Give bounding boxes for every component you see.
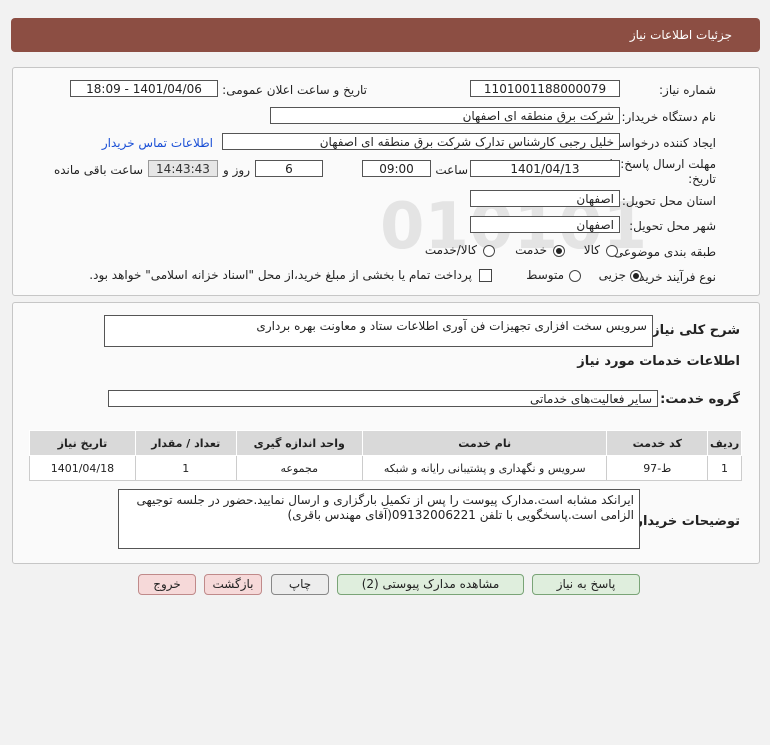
treasury-payment-text: پرداخت تمام یا بخشی از مبلغ خرید،از محل … — [89, 268, 472, 282]
deadline-time-field: 09:00 — [362, 160, 431, 177]
page-header: جزئیات اطلاعات نیاز — [11, 18, 760, 52]
category-option-goods-service: کالا/خدمت — [424, 243, 477, 257]
buyer-contact-link[interactable]: اطلاعات تماس خریدار — [102, 136, 213, 150]
remaining-time-field: 14:43:43 — [148, 160, 218, 177]
buyer-org-label: نام دستگاه خریدار: — [621, 110, 717, 124]
announce-label: تاریخ و ساعت اعلان عمومی: — [222, 83, 367, 97]
remaining-days-field: 6 — [255, 160, 323, 177]
process-radio-minor[interactable] — [630, 270, 642, 282]
process-label: نوع فرآیند خرید : — [631, 270, 716, 284]
services-section-title: اطلاعات خدمات مورد نیاز — [577, 354, 740, 369]
description-field: سرویس سخت افزاری تجهیزات فن آوری اطلاعات… — [104, 315, 653, 347]
creator-field: خلیل رجبی کارشناس تدارک شرکت برق منطقه ا… — [222, 133, 620, 150]
attachments-button[interactable]: مشاهده مدارک پیوستی (2) — [337, 574, 524, 595]
table-row: 1 ط-97 سرویس و نگهداری و پشتیبانی رایانه… — [29, 455, 742, 481]
cell-quantity: 1 — [134, 455, 237, 481]
buyer-notes-field: ایرانکد مشابه است.مدارک پیوست را پس از ت… — [118, 489, 640, 549]
deadline-label: مهلت ارسال پاسخ: تا — [609, 157, 716, 171]
announce-field: 1401/04/06 - 18:09 — [70, 80, 218, 97]
buyer-org-field: شرکت برق منطقه ای اصفهان — [270, 107, 620, 124]
col-unit: واحد اندازه گیری — [235, 430, 363, 456]
creator-label: ایجاد کننده درخواست: — [605, 136, 716, 150]
col-service-name: نام خدمت — [361, 430, 608, 456]
cell-service-name: سرویس و نگهداری و پشتیبانی رایانه و شبکه — [361, 455, 608, 481]
province-field: اصفهان — [470, 190, 620, 207]
remaining-label: ساعت باقی مانده — [53, 163, 143, 177]
category-option-goods: کالا — [583, 243, 600, 257]
deadline-date-label: تاریخ: — [688, 172, 716, 186]
col-quantity: تعداد / مقدار — [134, 430, 237, 456]
cell-service-code: ط-97 — [606, 455, 709, 481]
treasury-payment-checkbox[interactable] — [479, 269, 492, 282]
category-radio-goods[interactable] — [606, 245, 618, 257]
cell-row: 1 — [707, 455, 742, 481]
process-option-medium: متوسط — [526, 268, 564, 282]
services-table-header: ردیف کد خدمت نام خدمت واحد اندازه گیری ت… — [29, 430, 742, 456]
col-service-code: کد خدمت — [606, 430, 709, 456]
print-button[interactable]: چاپ — [271, 574, 329, 595]
category-radio-service[interactable] — [553, 245, 565, 257]
back-button[interactable]: بازگشت — [204, 574, 262, 595]
exit-button[interactable]: خروج — [138, 574, 196, 595]
col-need-date: تاریخ نیاز — [29, 430, 136, 456]
process-option-minor: جزیی — [598, 268, 626, 282]
need-info-panel — [12, 67, 760, 296]
service-group-label: گروه خدمت: — [660, 392, 740, 407]
days-label: روز و — [223, 163, 250, 177]
city-field: اصفهان — [470, 216, 620, 233]
city-label: شهر محل تحویل: — [629, 219, 716, 233]
cell-unit: مجموعه — [235, 455, 363, 481]
category-radio-goods-service[interactable] — [483, 245, 495, 257]
reply-button[interactable]: پاسخ به نیاز — [532, 574, 640, 595]
category-option-service: خدمت — [515, 243, 547, 257]
page-title: جزئیات اطلاعات نیاز — [629, 28, 732, 42]
service-group-field: سایر فعالیت‌های خدماتی — [108, 390, 658, 407]
deadline-time-label: ساعت — [435, 163, 468, 177]
services-table: ردیف کد خدمت نام خدمت واحد اندازه گیری ت… — [29, 430, 742, 481]
cell-need-date: 1401/04/18 — [29, 455, 136, 481]
process-radio-medium[interactable] — [569, 270, 581, 282]
need-number-label: شماره نیاز: — [659, 83, 716, 97]
deadline-date-field: 1401/04/13 — [470, 160, 620, 177]
need-number-field: 1101001188000079 — [470, 80, 620, 97]
category-label: طبقه بندی موضوعی: — [609, 245, 716, 259]
buyer-notes-label: توضیحات خریدار: — [630, 514, 740, 529]
col-row: ردیف — [707, 430, 742, 456]
province-label: استان محل تحویل: — [621, 194, 716, 208]
description-label: شرح کلی نیاز: — [646, 323, 740, 338]
